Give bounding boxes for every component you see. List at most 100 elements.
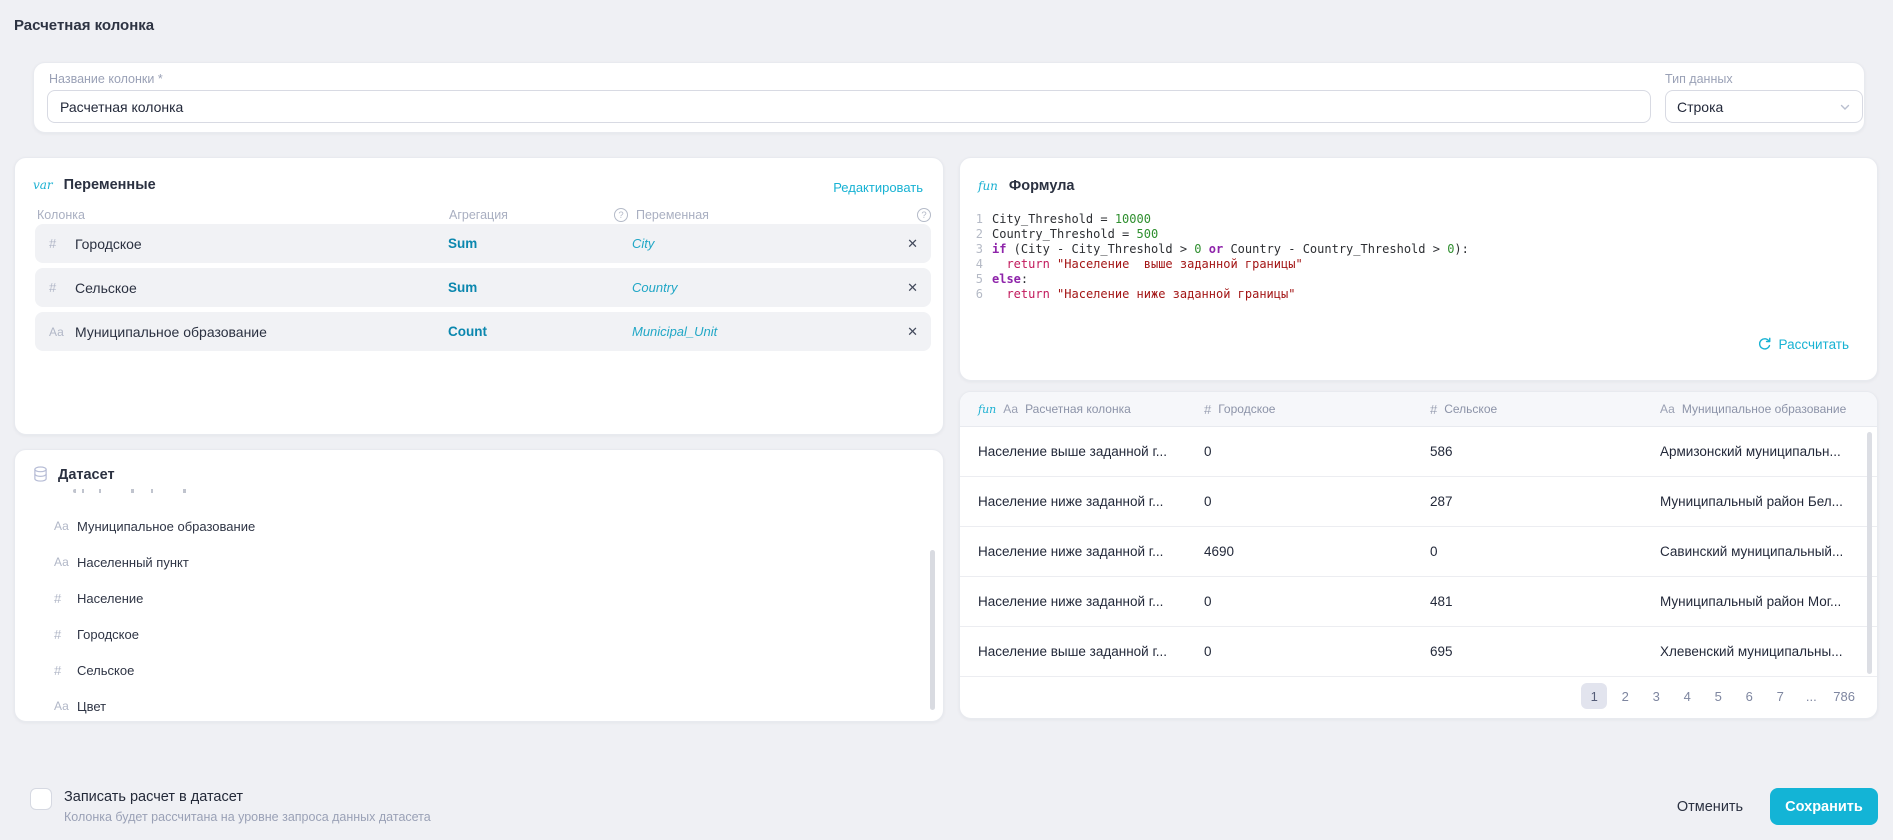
- column-type-icon: Аа: [1660, 402, 1675, 416]
- dataset-field[interactable]: #Городское: [15, 616, 943, 652]
- field-name: Население: [77, 580, 143, 616]
- dataset-scrollbar[interactable]: [930, 550, 935, 710]
- table-cell: 287: [1430, 476, 1453, 526]
- column-type-icon: #: [49, 236, 56, 251]
- table-cell: 0: [1204, 576, 1212, 626]
- table-cell: Хлевенский муниципальны...: [1660, 626, 1842, 676]
- table-cell: 586: [1430, 426, 1453, 476]
- code-text: if (City - City_Threshold > 0 or Country…: [992, 242, 1469, 257]
- page-button[interactable]: 1: [1581, 683, 1607, 709]
- remove-variable-button[interactable]: ✕: [907, 268, 918, 307]
- variable-row: АаМуниципальное образованиеCountMunicipa…: [35, 312, 931, 351]
- code-token: Country_Threshold =: [992, 227, 1137, 241]
- table-cell: Население ниже заданной г...: [978, 526, 1163, 576]
- code-token: "Население выше заданной границы": [1057, 257, 1303, 271]
- table-cell: Муниципальный район Мог...: [1660, 576, 1841, 626]
- page-button[interactable]: 5: [1705, 683, 1731, 709]
- field-name: Муниципальное образование: [77, 508, 255, 544]
- code-token: ):: [1454, 242, 1468, 256]
- dataset-field[interactable]: # Население: [15, 580, 943, 616]
- table-cell: Муниципальный район Бел...: [1660, 476, 1843, 526]
- aggregation-value[interactable]: Sum: [448, 268, 477, 307]
- aggregation-value[interactable]: Sum: [448, 224, 477, 263]
- page-button[interactable]: 3: [1643, 683, 1669, 709]
- page-button[interactable]: 786: [1829, 683, 1859, 709]
- dataset-field[interactable]: #Сельское: [15, 652, 943, 688]
- code-line: 2Country_Threshold = 500: [970, 227, 1863, 242]
- refresh-icon: [1757, 337, 1772, 352]
- variables-help: ?: [917, 208, 931, 222]
- code-token: [1050, 287, 1057, 301]
- table-cell: 695: [1430, 626, 1453, 676]
- column-label: Расчетная колонка: [1025, 402, 1131, 416]
- table-row: Население выше заданной г...0695Хлевенск…: [960, 626, 1877, 677]
- help-icon[interactable]: ?: [917, 208, 931, 222]
- column-header-variable: ? Переменная: [614, 208, 709, 222]
- page-button[interactable]: ...: [1798, 683, 1824, 709]
- column-name-label: Название колонки *: [49, 72, 163, 86]
- calculate-button[interactable]: Рассчитать: [1757, 337, 1849, 352]
- table-cell: 0: [1204, 626, 1212, 676]
- column-name-input[interactable]: [47, 90, 1651, 123]
- variable-name[interactable]: Municipal_Unit: [632, 312, 717, 351]
- page-button[interactable]: 7: [1767, 683, 1793, 709]
- line-number: 5: [970, 272, 983, 287]
- scrolled-clipped-field: [73, 489, 263, 493]
- field-name: Сельское: [77, 652, 134, 688]
- code-line: 6 return "Население ниже заданной границ…: [970, 287, 1863, 302]
- save-button[interactable]: Сохранить: [1770, 788, 1878, 825]
- results-scrollbar[interactable]: [1867, 432, 1872, 674]
- table-cell: Население выше заданной г...: [978, 426, 1167, 476]
- column-header-aggregation: Агрегация: [449, 208, 508, 222]
- write-to-dataset-hint: Колонка будет рассчитана на уровне запро…: [64, 810, 431, 824]
- data-type-select[interactable]: Строка: [1665, 90, 1863, 123]
- database-icon: [33, 466, 48, 483]
- field-name: Городское: [77, 616, 139, 652]
- write-to-dataset-label: Записать расчет в датасет: [64, 789, 243, 805]
- table-cell: Савинский муниципальный...: [1660, 526, 1843, 576]
- code-token: [992, 287, 1006, 301]
- code-token: 0: [1194, 242, 1201, 256]
- fun-badge-icon: fun: [978, 403, 996, 416]
- remove-variable-button[interactable]: ✕: [907, 224, 918, 263]
- field-type-icon: #: [54, 591, 61, 606]
- page-button[interactable]: 2: [1612, 683, 1638, 709]
- code-token: City_Threshold =: [992, 212, 1115, 226]
- code-token: [1202, 242, 1209, 256]
- fun-badge-icon: fun: [978, 179, 998, 193]
- code-line: 4 return "Население выше заданной границ…: [970, 257, 1863, 272]
- aggregation-value[interactable]: Count: [448, 312, 487, 351]
- page-button[interactable]: 6: [1736, 683, 1762, 709]
- cancel-button[interactable]: Отменить: [1655, 789, 1765, 824]
- dataset-field[interactable]: АаМуниципальное образование: [15, 508, 943, 544]
- page-button[interactable]: 4: [1674, 683, 1700, 709]
- variable-name[interactable]: Country: [632, 268, 678, 307]
- results-column-header: #Сельское: [1430, 392, 1497, 426]
- code-text: return "Население ниже заданной границы": [992, 287, 1295, 302]
- column-type-icon: #: [49, 280, 56, 295]
- column-type-icon: Аа: [49, 325, 64, 339]
- line-number: 2: [970, 227, 983, 242]
- results-table: fun Аа Расчетная колонка #Городское #Сельско…: [959, 391, 1878, 719]
- edit-variables-link[interactable]: Редактировать: [833, 180, 923, 195]
- chevron-down-icon: [1839, 101, 1851, 113]
- table-row: Население ниже заданной г...46900Савинск…: [960, 526, 1877, 577]
- results-column-header: #Городское: [1204, 392, 1275, 426]
- variable-column-name: Городское: [75, 224, 142, 263]
- variable-row: # Городское Sum City ✕: [35, 224, 931, 263]
- code-token: Country - Country_Threshold >: [1223, 242, 1447, 256]
- variable-name[interactable]: City: [632, 224, 654, 263]
- code-token: 10000: [1115, 212, 1151, 226]
- table-row: Население ниже заданной г...0287Муниципа…: [960, 476, 1877, 527]
- help-icon[interactable]: ?: [614, 208, 628, 222]
- dataset-field[interactable]: АаЦвет: [15, 688, 943, 724]
- code-line: 5else:: [970, 272, 1863, 287]
- line-number: 1: [970, 212, 983, 227]
- write-to-dataset-checkbox[interactable]: [30, 788, 52, 810]
- code-token: [1050, 257, 1057, 271]
- formula-code[interactable]: 1 City_Threshold = 10000 2 Country_Threshol…: [970, 212, 1863, 302]
- table-row: Население выше заданной г...0586Армизонс…: [960, 426, 1877, 477]
- table-cell: Армизонский муниципальн...: [1660, 426, 1841, 476]
- remove-variable-button[interactable]: ✕: [907, 312, 918, 351]
- dataset-field[interactable]: АаНаселенный пункт: [15, 544, 943, 580]
